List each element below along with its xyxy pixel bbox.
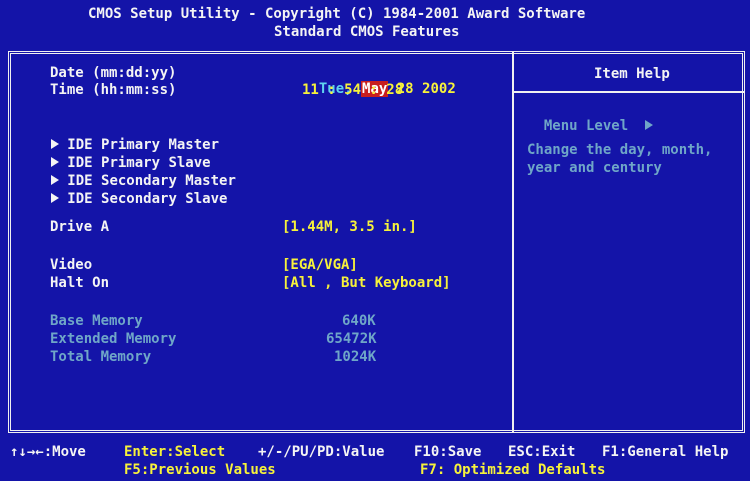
footer-exit: ESC:Exit [508,444,576,460]
footer-help: F1:General Help [602,444,729,460]
video-label: Video [50,257,93,273]
drive-a-label: Drive A [50,219,110,235]
submenu-arrow-icon [50,193,59,203]
base-memory-label: Base Memory [50,313,143,329]
date-rest[interactable]: 28 2002 [397,81,456,97]
app-title: CMOS Setup Utility - Copyright (C) 1984-… [88,6,586,22]
footer-select: Enter:Select [124,444,226,460]
footer-keys: ↑↓→←:Move Enter:Select +/-/PU/PD:Value F… [0,438,750,481]
halt-on-label: Halt On [50,275,110,291]
footer-save: F10:Save [414,444,482,460]
item-help-header: Item Help [594,66,670,82]
extended-memory-value: 65472K [326,331,377,347]
menu-level: Menu Level [527,102,654,134]
page-title: Standard CMOS Features [274,24,460,40]
footer-previous: F5:Previous Values [124,462,276,478]
drive-a-value[interactable]: [1.44M, 3.5 in.] [282,219,417,235]
footer-move: ↑↓→←:Move [10,444,86,460]
base-memory-value: 640K [342,313,376,329]
halt-on-value[interactable]: [All , But Keyboard] [282,275,451,291]
total-memory-label: Total Memory [50,349,152,365]
total-memory-value: 1024K [334,349,377,365]
date-label: Date (mm:dd:yy) [50,65,177,81]
panel-divider [512,51,514,433]
extended-memory-label: Extended Memory [50,331,177,347]
help-text-line1: Change the day, month, [527,142,713,158]
footer-optimized: F7: Optimized Defaults [420,462,606,478]
menu-level-arrow-icon [645,120,654,130]
help-text-line2: year and century [527,160,662,176]
time-value[interactable]: 11 : 54 : 28 [302,82,403,98]
title-bar: CMOS Setup Utility - Copyright (C) 1984-… [0,0,750,47]
time-label: Time (hh:mm:ss) [50,82,177,98]
video-value[interactable]: [EGA/VGA] [282,257,358,273]
footer-value: +/-/PU/PD:Value [258,444,385,460]
ide-secondary-slave-label: IDE Secondary Slave [67,191,228,207]
help-header-divider [512,91,745,93]
menu-level-label: Menu Level [543,118,629,134]
ide-secondary-slave-item[interactable]: IDE Secondary Slave [34,175,227,207]
